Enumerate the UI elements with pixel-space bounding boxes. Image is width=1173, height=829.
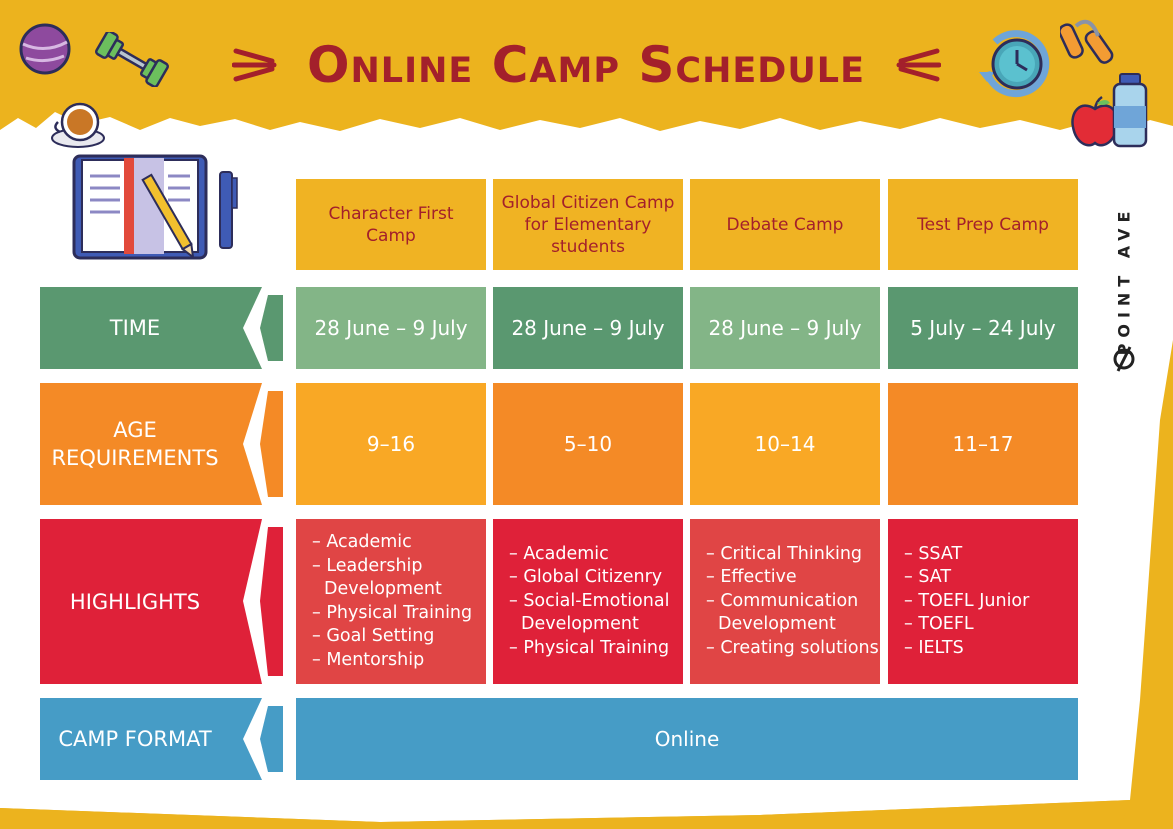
list-item: Physical Training [509,637,669,661]
list-item: LeadershipDevelopment [312,555,472,602]
list-item: Global Citizenry [509,566,669,590]
camp-header-3: Debate Camp [690,179,880,270]
list-item: Physical Training [312,602,472,626]
age-cell-2: 5–10 [493,383,683,505]
list-item: Effective [706,566,879,590]
list-item: Goal Setting [312,625,472,649]
highlights-cell-3: Critical Thinking Effective Communicatio… [690,519,880,684]
list-item: TOEFL [904,613,1029,637]
row-label-age: AGE REQUIREMENTS [51,418,219,470]
stopwatch-icon [979,30,1050,98]
age-cell-1: 9–16 [296,383,486,505]
point-ave-logo-icon [1113,346,1135,372]
list-item: Academic [509,543,669,567]
dumbbell-icon [95,32,169,87]
highlights-list-3: Critical Thinking Effective Communicatio… [690,543,879,661]
list-item-continuation: Development [324,579,442,599]
camp-header-2: Global Citizen Camp for Elementary stude… [493,179,683,270]
list-item: Mentorship [312,649,472,673]
age-cell-3: 10–14 [690,383,880,505]
title-left-rays-icon [232,48,277,82]
title-right-rays-icon [896,48,941,82]
time-cell-3: 28 June – 9 July [690,287,880,369]
list-item-continuation: Development [521,614,639,635]
highlights-cell-1: Academic LeadershipDevelopment Physical … [296,519,486,684]
age-cell-4: 11–17 [888,383,1078,505]
camp-header-4: Test Prep Camp [888,179,1078,270]
time-cell-1: 28 June – 9 July [296,287,486,369]
row-label-highlights: HIGHLIGHTS [69,589,201,614]
format-cell: Online [296,698,1078,780]
highlights-cell-2: Academic Global Citizenry Social-Emotion… [493,519,683,684]
notebook-icon [72,154,208,260]
list-item: CommunicationDevelopment [706,590,879,637]
pen-icon [219,171,238,249]
highlights-list-1: Academic LeadershipDevelopment Physical … [296,531,472,672]
time-cell-2: 28 June – 9 July [493,287,683,369]
time-cell-4: 5 July – 24 July [888,287,1078,369]
list-item: TOEFL Junior [904,590,1029,614]
list-item: Academic [312,531,472,555]
highlights-cell-4: SSAT SAT TOEFL Junior TOEFL IELTS [888,519,1078,684]
row-label-format: CAMP FORMAT [58,727,212,751]
list-item: Creating solutions [706,637,878,661]
list-item: Critical Thinking [706,543,879,567]
list-item: SSAT [904,543,1029,567]
hand-gripper-icon [1060,19,1114,64]
page-title: Online Camp Schedule [307,36,865,94]
highlights-list-4: SSAT SAT TOEFL Junior TOEFL IELTS [888,543,1029,661]
list-item-continuation: Development [718,614,836,635]
camp-schedule-page: Online Camp Schedule POINT AVE Character… [0,0,1173,829]
row-label-time: TIME [109,316,161,340]
list-item: SAT [904,566,1029,590]
brand-text: POINT AVE [1114,205,1134,355]
water-bottle-icon [1112,73,1148,148]
camp-header-1: Character First Camp [296,179,486,270]
highlights-list-2: Academic Global Citizenry Social-Emotion… [493,543,669,661]
list-item: IELTS [904,637,1029,661]
coffee-cup-icon [51,102,105,148]
fitness-ball-icon [19,23,71,75]
list-item: Social-EmotionalDevelopment [509,590,669,637]
